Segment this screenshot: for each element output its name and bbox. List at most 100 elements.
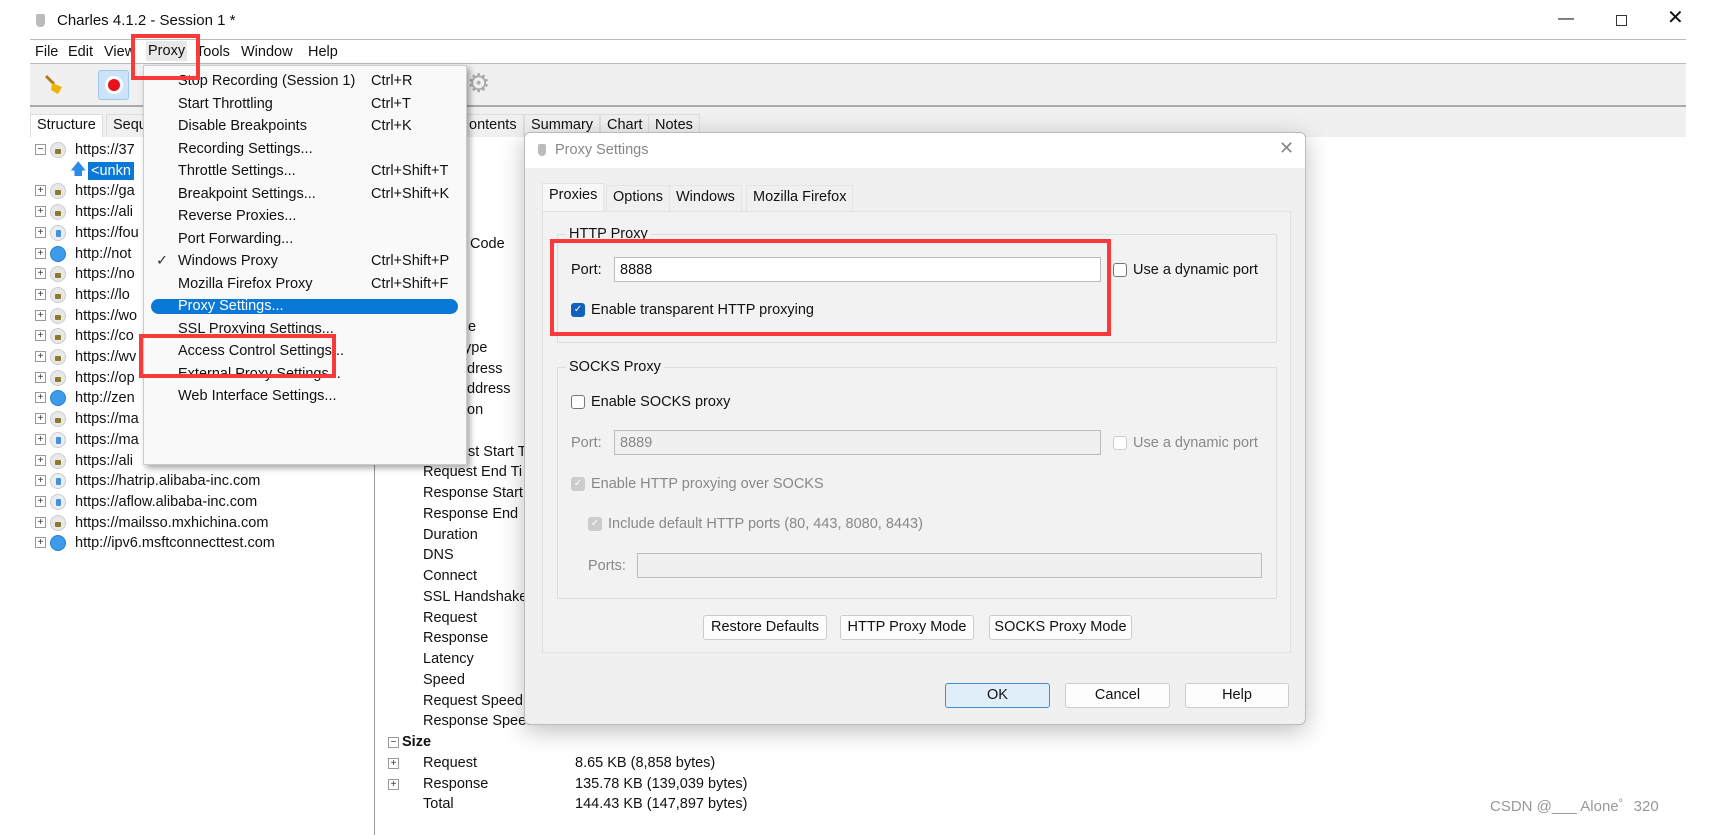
close-window-button[interactable]: ✕ — [1667, 8, 1684, 28]
enable-socks-checkbox[interactable] — [571, 395, 585, 409]
detail-label: Connect — [423, 568, 478, 584]
expand-icon[interactable]: + — [35, 247, 46, 259]
menu-item-label: Reverse Proxies... — [178, 208, 297, 224]
ports-input[interactable] — [637, 553, 1262, 578]
tree-item-label: https://ma — [75, 431, 139, 448]
expand-icon[interactable]: + — [35, 454, 46, 466]
expand-icon[interactable]: + — [35, 392, 46, 404]
expand-icon[interactable]: + — [35, 226, 46, 238]
menu-item[interactable]: Disable Breakpoints Ctrl+K — [144, 115, 466, 138]
detail-label: Response End — [423, 505, 519, 522]
menu-tools[interactable]: Tools — [196, 43, 230, 61]
tab-options[interactable]: Options — [606, 185, 670, 211]
broom-icon[interactable] — [44, 74, 64, 94]
cancel-button[interactable]: Cancel — [1065, 683, 1170, 708]
expand-icon[interactable]: + — [35, 516, 46, 528]
globe-icon — [50, 535, 66, 552]
dialog-title: Proxy Settings — [555, 142, 649, 158]
tree-item-label: https://op — [75, 369, 135, 386]
menu-bar: File Edit View Proxy Tools Window Help — [30, 40, 1686, 64]
maximize-button[interactable] — [1616, 15, 1627, 26]
menu-item-label: Port Forwarding... — [178, 230, 294, 247]
menu-item-label: Throttle Settings... — [178, 163, 296, 179]
menu-help[interactable]: Help — [308, 43, 338, 61]
dialog-close-icon[interactable]: ✕ — [1279, 139, 1294, 157]
summary-details: Code e ype dress ddress on st Start T Request E… — [0, 0, 748, 812]
expand-icon[interactable]: + — [388, 757, 399, 769]
tab-contents[interactable]: ontents — [462, 114, 524, 137]
detail-label: Response — [423, 630, 489, 647]
menu-item[interactable]: Mozilla Firefox Proxy Ctrl+Shift+F — [144, 273, 466, 296]
include-default-ports-checkbox[interactable]: ✓ — [588, 517, 602, 531]
menu-window[interactable]: Window — [241, 43, 293, 61]
menu-item[interactable]: ✓ Windows Proxy Ctrl+Shift+P — [144, 250, 466, 273]
tree-item-label: https://wv — [75, 349, 137, 365]
expand-icon[interactable]: + — [35, 413, 46, 425]
http-proxy-mode-button[interactable]: HTTP Proxy Mode — [840, 615, 974, 640]
menu-item[interactable]: Proxy Settings... — [144, 295, 466, 318]
tree-row[interactable]: + http://ipv6.msftconnecttest.com — [30, 533, 375, 553]
socks-dynamic-port-checkbox[interactable] — [1113, 436, 1127, 450]
expand-icon[interactable]: + — [35, 309, 46, 321]
detail-value: 144.43 KB (147,897 bytes) — [575, 796, 748, 813]
expand-icon[interactable]: + — [35, 351, 46, 362]
http-over-socks-checkbox[interactable]: ✓ — [571, 477, 585, 491]
menu-item[interactable]: Recording Settings... — [144, 138, 466, 161]
lock-icon — [50, 473, 66, 490]
minimize-button[interactable]: — — [1558, 10, 1574, 28]
http-dynamic-port-checkbox[interactable] — [1113, 263, 1127, 277]
menu-item-label: Recording Settings... — [178, 140, 313, 157]
menu-item-label: Stop Recording (Session 1) — [178, 73, 356, 89]
menu-item-shortcut: Ctrl+K — [371, 118, 412, 134]
restore-defaults-button[interactable]: Restore Defaults — [703, 615, 827, 640]
expand-icon[interactable]: + — [388, 778, 399, 790]
lock-icon — [50, 224, 66, 241]
tab-structure[interactable]: Structure — [30, 114, 103, 137]
tab-windows[interactable]: Windows — [669, 185, 742, 211]
expand-icon[interactable]: + — [35, 185, 46, 197]
detail-label: DNS — [423, 547, 454, 564]
expand-icon[interactable]: + — [35, 495, 46, 507]
expand-icon[interactable]: + — [35, 330, 46, 342]
tree-item-label: https://fou — [75, 224, 139, 241]
record-button[interactable] — [98, 70, 129, 100]
expand-icon[interactable]: + — [35, 433, 46, 445]
tree-item-label: https://ali — [75, 452, 134, 469]
socks-port-input[interactable]: 8889 — [614, 430, 1101, 455]
menu-item[interactable]: Web Interface Settings... — [144, 385, 466, 408]
expand-icon[interactable]: + — [35, 537, 46, 549]
menu-item[interactable]: Reverse Proxies... — [144, 205, 466, 228]
expand-icon[interactable]: + — [35, 371, 46, 383]
tree-item-label: https://co — [75, 328, 134, 345]
socks-proxy-mode-button[interactable]: SOCKS Proxy Mode — [989, 615, 1132, 640]
expand-icon[interactable]: + — [35, 206, 46, 218]
help-button[interactable]: Help — [1185, 683, 1289, 708]
tab-mozilla-firefox[interactable]: Mozilla Firefox — [746, 185, 854, 211]
tree-row[interactable]: + https://hatrip.alibaba-inc.com — [30, 471, 375, 491]
menu-item[interactable]: Breakpoint Settings... Ctrl+Shift+K — [144, 183, 466, 206]
menu-item[interactable]: Port Forwarding... — [144, 228, 466, 251]
tab-proxies[interactable]: Proxies — [542, 183, 605, 211]
menu-item-label: Disable Breakpoints — [178, 118, 307, 134]
menu-file[interactable]: File — [35, 43, 58, 61]
expand-icon[interactable]: + — [35, 268, 46, 280]
expand-icon[interactable]: + — [35, 475, 46, 487]
menu-item[interactable]: Start Throttling Ctrl+T — [144, 93, 466, 116]
lock-icon — [50, 369, 66, 386]
tree-row[interactable]: + https://mailsso.mxhichina.com — [30, 513, 375, 533]
menu-edit[interactable]: Edit — [68, 43, 93, 61]
lock-icon — [50, 142, 66, 158]
dialog-title-bar: Proxy Settings ✕ — [525, 133, 1305, 168]
menu-item-shortcut: Ctrl+Shift+P — [371, 253, 450, 269]
detail-label: ype — [464, 339, 488, 356]
collapse-icon[interactable]: − — [388, 737, 399, 748]
expand-icon[interactable]: + — [35, 288, 46, 300]
gear-icon[interactable]: ⚙ — [467, 68, 490, 98]
menu-item[interactable]: Throttle Settings... Ctrl+Shift+T — [144, 160, 466, 183]
lock-icon — [50, 349, 66, 365]
menu-item-shortcut: Ctrl+R — [371, 73, 413, 89]
tree-row[interactable]: + https://aflow.alibaba-inc.com — [30, 492, 375, 512]
collapse-icon[interactable]: − — [35, 144, 46, 155]
watermark: CSDN @___ Alone゜320 — [1490, 798, 1659, 815]
ok-button[interactable]: OK — [945, 683, 1050, 708]
